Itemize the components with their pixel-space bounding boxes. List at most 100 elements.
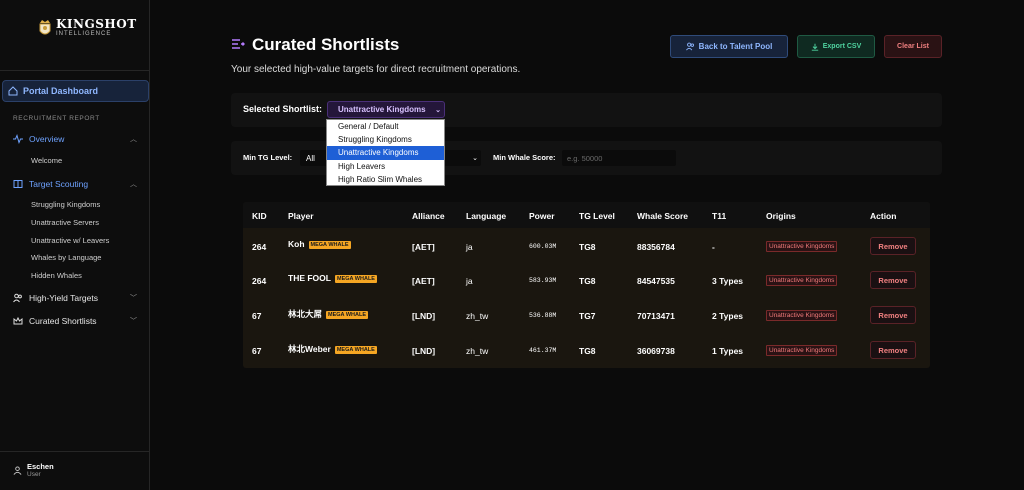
home-icon [8, 86, 18, 96]
remove-button[interactable]: Remove [870, 341, 916, 359]
table-row: 264 THE FOOL MEGA WHALE [AET] ja 583.93M … [243, 264, 930, 299]
origin-badge: Unattractive Kingdoms [766, 345, 838, 356]
player-cell: 林北大屌 MEGA WHALE [288, 308, 369, 320]
shortlist-table: KID Player Alliance Language Power TG Le… [243, 202, 930, 368]
tg-cell: TG8 [579, 346, 596, 356]
page-subtitle: Your selected high-value targets for dir… [231, 64, 521, 75]
user-profile[interactable]: Eschen User [13, 462, 54, 478]
whale-score-cell: 70713471 [637, 311, 675, 321]
chevron-down-icon: ⌄ [472, 155, 478, 162]
player-cell: 林北Weber MEGA WHALE [288, 343, 377, 355]
nav-curated-shortlists[interactable]: Curated Shortlists ﹀ [13, 316, 137, 326]
chevron-up-icon: ︿ [130, 136, 137, 143]
chevron-down-icon: ﹀ [130, 295, 137, 302]
nav-struggling-kingdoms[interactable]: Struggling Kingdoms [31, 200, 100, 209]
alliance-cell: [LND] [412, 311, 436, 321]
player-name: 林北Weber [288, 344, 331, 354]
origin-badge: Unattractive Kingdoms [766, 275, 838, 286]
player-name: 林北大屌 [288, 309, 323, 319]
nav-unattractive-servers[interactable]: Unattractive Servers [31, 218, 99, 227]
tg-cell: TG7 [579, 311, 596, 321]
nav-label: Portal Dashboard [23, 86, 99, 96]
nav-label: Overview [29, 134, 65, 144]
mega-whale-badge: MEGA WHALE [326, 310, 369, 319]
users-icon [13, 293, 22, 303]
nav-label: Curated Shortlists [29, 316, 97, 326]
button-label: Export CSV [822, 43, 862, 50]
language-cell: zh_tw [466, 346, 489, 356]
power-cell: 536.88M [529, 312, 557, 319]
brand-tagline: INTELLIGENCE [56, 31, 112, 37]
nav-hidden-whales[interactable]: Hidden Whales [31, 271, 82, 280]
dropdown-option[interactable]: High Leavers [327, 160, 444, 173]
nav-whales-by-language[interactable]: Whales by Language [31, 253, 101, 262]
nav-target-scouting[interactable]: Target Scouting ︿ [13, 179, 137, 189]
column-header: Whale Score [637, 211, 689, 221]
t11-cell: - [712, 242, 715, 252]
dropdown-option[interactable]: General / Default [327, 120, 444, 133]
nav-welcome[interactable]: Welcome [31, 156, 62, 165]
activity-icon [13, 134, 23, 144]
column-header: Player [288, 211, 314, 221]
column-header: Alliance [412, 211, 445, 221]
shortlist-value: Unattractive Kingdoms [338, 105, 426, 114]
chevron-up-icon: ︿ [130, 181, 137, 188]
t11-cell: 3 Types [712, 276, 744, 286]
nav-high-yield-targets[interactable]: High-Yield Targets ﹀ [13, 293, 137, 303]
dropdown-option[interactable]: Struggling Kingdoms [327, 133, 444, 146]
min-whale-input[interactable] [562, 150, 676, 166]
column-header: Language [466, 211, 507, 221]
shortlist-label: Selected Shortlist: [243, 104, 323, 114]
book-icon [13, 180, 23, 188]
user-role: User [27, 471, 41, 478]
chevron-down-icon: ﹀ [130, 318, 137, 325]
remove-button[interactable]: Remove [870, 237, 916, 255]
user-name: Eschen [27, 462, 54, 471]
export-csv-button[interactable]: Export CSV [797, 35, 875, 58]
dropdown-option[interactable]: High Ratio Slim Whales [327, 173, 444, 186]
nav-unattractive-leavers[interactable]: Unattractive w/ Leavers [31, 236, 109, 245]
divider [0, 70, 150, 71]
power-cell: 461.37M [529, 347, 557, 354]
column-header: Action [870, 211, 897, 221]
download-icon [811, 43, 818, 51]
crown-icon [13, 316, 23, 325]
min-tg-value: All [306, 153, 315, 163]
list-plus-icon [232, 39, 245, 49]
origin-badge: Unattractive Kingdoms [766, 310, 838, 321]
min-tg-label: Min TG Level: [243, 153, 293, 162]
t11-cell: 1 Types [712, 346, 744, 356]
remove-button[interactable]: Remove [870, 271, 916, 289]
alliance-cell: [LND] [412, 346, 436, 356]
whale-score-cell: 84547535 [637, 276, 675, 286]
origin-badge: Unattractive Kingdoms [766, 241, 838, 252]
section-label: RECRUITMENT REPORT [13, 115, 100, 122]
language-cell: ja [466, 276, 473, 286]
dropdown-option-selected[interactable]: Unattractive Kingdoms [327, 146, 444, 160]
tg-cell: TG8 [579, 276, 596, 286]
tg-cell: TG8 [579, 242, 596, 252]
column-header: Origins [766, 211, 796, 221]
nav-overview[interactable]: Overview ︿ [13, 134, 137, 144]
kid-cell: 264 [252, 242, 267, 252]
whale-score-cell: 36069738 [637, 346, 675, 356]
back-to-talent-pool-button[interactable]: Back to Talent Pool [670, 35, 788, 58]
chevron-down-icon: ⌄ [435, 106, 441, 114]
table-row: 67 林北Weber MEGA WHALE [LND] zh_tw 461.37M… [243, 334, 930, 369]
table-row: 264 Koh MEGA WHALE [AET] ja 600.03M TG8 8… [243, 230, 930, 265]
brand-logo[interactable]: KINGSHOT INTELLIGENCE [38, 18, 137, 38]
page-title: Curated Shortlists [252, 35, 400, 54]
table-row: 67 林北大屌 MEGA WHALE [LND] zh_tw 536.88M TG… [243, 299, 930, 334]
remove-button[interactable]: Remove [870, 306, 916, 324]
power-cell: 600.03M [529, 243, 557, 250]
language-cell: ja [466, 242, 473, 252]
player-cell: Koh MEGA WHALE [288, 239, 351, 249]
clear-list-button[interactable]: Clear List [884, 35, 942, 58]
shortlist-select[interactable]: Unattractive Kingdoms ⌄ [327, 101, 445, 118]
shortlist-dropdown: General / Default Struggling Kingdoms Un… [326, 119, 445, 186]
table-header: KID Player Alliance Language Power TG Le… [243, 202, 930, 228]
crown-shield-icon [39, 20, 51, 35]
nav-portal-dashboard[interactable]: Portal Dashboard [2, 80, 149, 102]
kid-cell: 67 [252, 346, 262, 356]
column-header: T11 [712, 211, 727, 221]
